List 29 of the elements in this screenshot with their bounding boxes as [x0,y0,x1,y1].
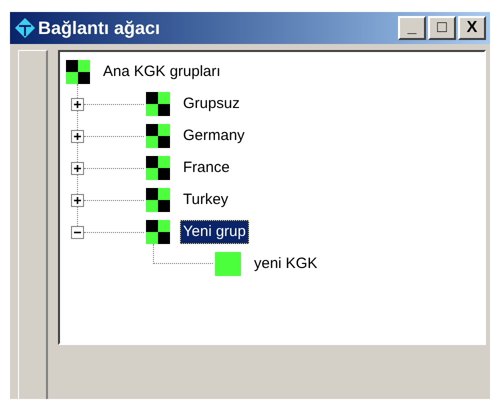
window-title: Bağlantı ağacı [38,16,160,40]
checkered-icon [146,92,170,116]
tree-item[interactable]: Turkey [180,188,232,212]
checkered-icon [66,60,90,84]
expand-button[interactable] [71,130,84,142]
plus-icon [73,196,82,204]
close-button[interactable]: X [458,16,486,40]
checkered-icon [146,188,170,212]
checkered-icon [146,124,170,148]
expand-button[interactable] [71,194,84,206]
leader-line [153,244,213,264]
plus-icon [73,132,82,140]
tree-item[interactable]: Germany [180,124,248,148]
minimize-button[interactable]: _ [398,16,426,40]
checkered-icon [146,156,170,180]
plus-icon [73,164,82,172]
tree-item[interactable]: Grupsuz [180,92,243,116]
square-icon [215,252,241,276]
maximize-button[interactable]: □ [428,16,456,40]
tree-item[interactable]: Yeni grup [180,220,249,244]
checkered-icon [146,220,170,244]
expand-button[interactable] [71,98,84,110]
tree-item[interactable]: Ana KGK grupları [100,60,224,84]
collapse-button[interactable] [71,226,84,238]
expand-button[interactable] [71,162,84,174]
plus-icon [73,100,82,108]
tree-item[interactable]: yeni KGK [251,252,320,276]
tree-item[interactable]: France [180,156,233,180]
diamond-icon [14,17,36,39]
